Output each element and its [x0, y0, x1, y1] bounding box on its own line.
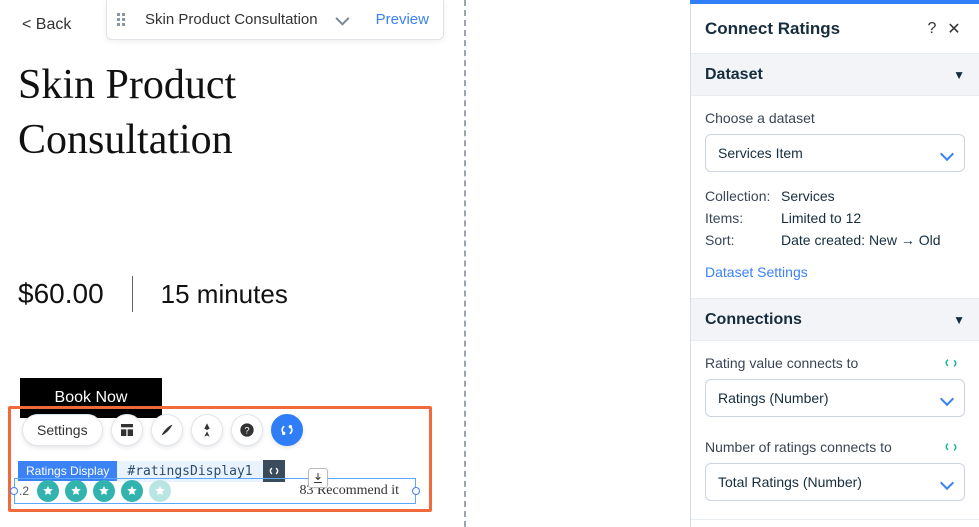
items-value: Limited to 12: [781, 210, 965, 226]
rating-value-select-value: Ratings (Number): [718, 390, 828, 406]
ratings-value: .2: [19, 484, 31, 498]
items-label: Items:: [705, 210, 781, 226]
panel-close-icon[interactable]: ✕: [943, 19, 965, 39]
caret-down-icon: ▼: [953, 68, 965, 82]
chevron-down-icon: [940, 392, 954, 406]
chevron-down-icon: [940, 476, 954, 490]
collection-label: Collection:: [705, 188, 781, 204]
drag-handle-icon[interactable]: [117, 13, 125, 26]
price-duration-row: $60.00 15 minutes: [18, 276, 288, 312]
choose-dataset-label: Choose a dataset: [705, 110, 965, 126]
sort-value: Date created: New → Old: [781, 232, 965, 248]
star-icon: [37, 480, 59, 502]
dynamic-binding-icon[interactable]: [943, 355, 959, 371]
section-header-connections[interactable]: Connections ▼: [691, 299, 979, 341]
dataset-select-value: Services Item: [718, 145, 803, 161]
panel-header: Connect Ratings ? ✕: [691, 4, 979, 54]
star-icon: [65, 480, 87, 502]
panel-title: Connect Ratings: [705, 19, 840, 39]
sort-label: Sort:: [705, 232, 781, 248]
star-icon: [93, 480, 115, 502]
connect-ratings-panel: Connect Ratings ? ✕ Dataset ▼ Choose a d…: [690, 4, 979, 527]
layout-icon[interactable]: [111, 414, 143, 446]
rating-value-select[interactable]: Ratings (Number): [705, 379, 965, 417]
element-settings-button[interactable]: Settings: [22, 414, 103, 446]
chevron-down-icon: [940, 147, 954, 161]
duration-value: 15 minutes: [161, 279, 288, 310]
star-icon: [149, 480, 171, 502]
rating-value-label: Rating value connects to: [705, 355, 965, 371]
chevron-down-icon[interactable]: [335, 11, 349, 25]
star-icon: [121, 480, 143, 502]
current-page-name[interactable]: Skin Product Consultation: [145, 11, 318, 28]
help-icon[interactable]: ?: [231, 414, 263, 446]
num-ratings-label: Number of ratings connects to: [705, 439, 965, 455]
section-title: Dataset: [705, 66, 763, 84]
svg-text:?: ?: [244, 425, 249, 435]
ratings-display-component[interactable]: .2 83 Recommend it: [14, 478, 416, 504]
num-ratings-select-value: Total Ratings (Number): [718, 474, 862, 490]
column-guide: [464, 0, 466, 527]
section-title: Connections: [705, 311, 802, 329]
collection-value: Services: [781, 188, 965, 204]
back-link[interactable]: < Back: [22, 16, 71, 34]
connections-section-body: Rating value connects to Ratings (Number…: [691, 341, 979, 520]
preview-link[interactable]: Preview: [376, 11, 429, 28]
download-icon[interactable]: [308, 468, 328, 488]
section-header-dataset[interactable]: Dataset ▼: [691, 54, 979, 96]
page-switcher-bar: Skin Product Consultation Preview: [106, 0, 444, 40]
element-toolbar: Settings ?: [22, 414, 303, 446]
price-value: $60.00: [18, 278, 104, 310]
star-row: [37, 480, 171, 502]
panel-help-icon[interactable]: ?: [921, 20, 943, 38]
animation-icon[interactable]: [191, 414, 223, 446]
dynamic-binding-icon[interactable]: [943, 439, 959, 455]
dataset-select[interactable]: Services Item: [705, 134, 965, 172]
dataset-settings-link[interactable]: Dataset Settings: [705, 264, 808, 280]
connect-data-icon[interactable]: [271, 414, 303, 446]
vertical-divider: [132, 276, 133, 312]
resize-handle-left[interactable]: [10, 487, 18, 495]
num-ratings-select[interactable]: Total Ratings (Number): [705, 463, 965, 501]
dataset-section-body: Choose a dataset Services Item Collectio…: [691, 96, 979, 299]
page-title: Skin Product Consultation: [18, 58, 448, 167]
design-brush-icon[interactable]: [151, 414, 183, 446]
resize-handle-right[interactable]: [412, 487, 420, 495]
caret-down-icon: ▼: [953, 313, 965, 327]
